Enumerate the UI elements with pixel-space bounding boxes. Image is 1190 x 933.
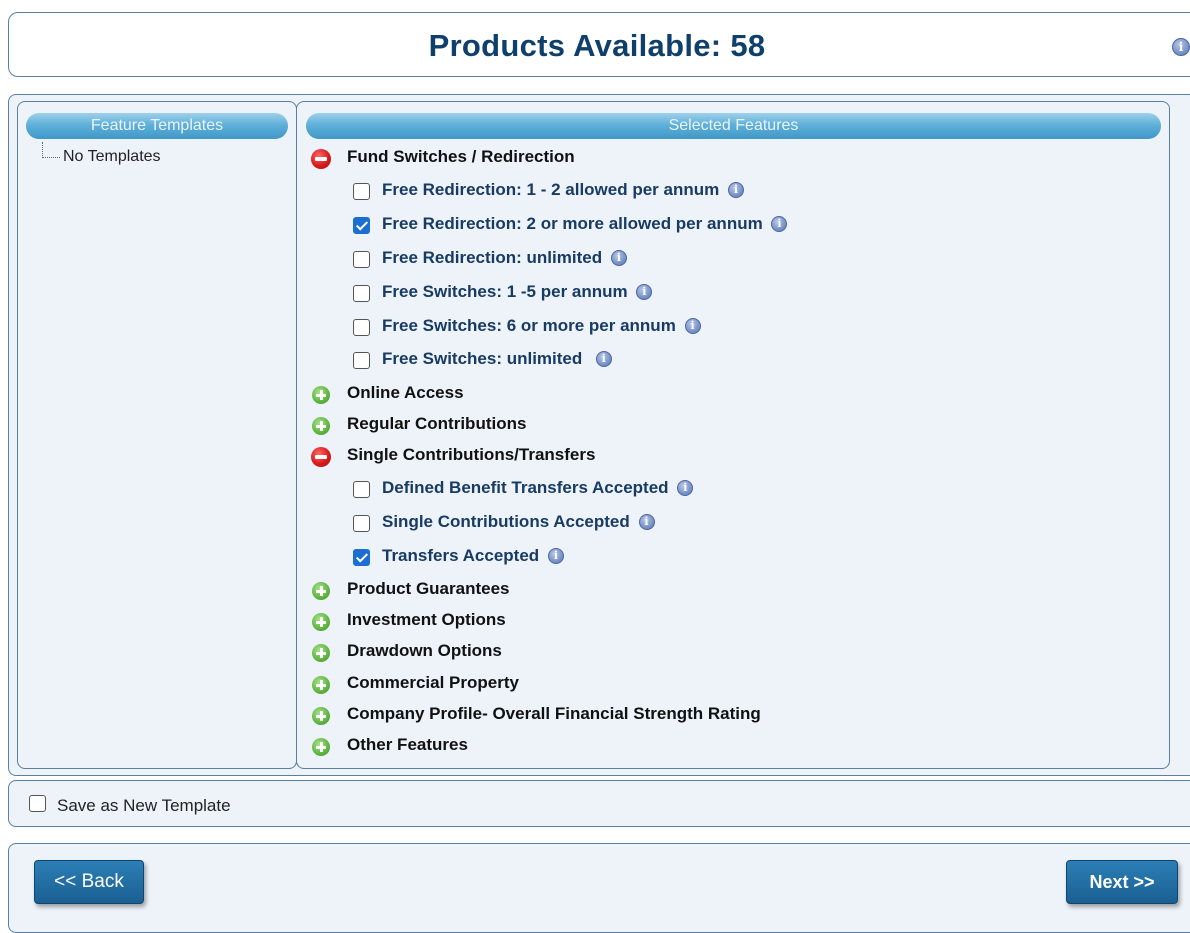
feature-label: Free Redirection: 1 - 2 allowed per annu…	[382, 180, 720, 199]
expand-icon[interactable]	[312, 676, 330, 694]
feature-checkbox[interactable]	[353, 549, 370, 566]
info-icon[interactable]: i	[1172, 38, 1190, 56]
feature-label: Free Switches: unlimited	[382, 349, 583, 368]
info-icon[interactable]: i	[771, 215, 788, 232]
expand-icon[interactable]	[312, 738, 330, 756]
feature-checkbox[interactable]	[353, 285, 370, 302]
expand-icon[interactable]	[312, 644, 330, 662]
save-template-bar: Save as New Template	[8, 780, 1190, 827]
collapse-icon[interactable]	[311, 149, 331, 169]
collapse-icon[interactable]	[311, 447, 331, 467]
info-icon[interactable]: i	[547, 547, 564, 564]
feature-checkbox[interactable]	[353, 481, 370, 498]
selected-features-title: Selected Features	[306, 113, 1161, 139]
expand-icon[interactable]	[312, 386, 330, 404]
category-label: Investment Options	[347, 610, 506, 629]
page-title: Products Available: 58	[428, 28, 766, 63]
category-label: Company Profile- Overall Financial Stren…	[347, 704, 761, 723]
feature-checkbox[interactable]	[353, 319, 370, 336]
info-icon[interactable]: i	[638, 513, 655, 530]
feature-label: Transfers Accepted	[382, 546, 540, 565]
feature-checkbox[interactable]	[353, 515, 370, 532]
expand-icon[interactable]	[312, 613, 330, 631]
info-icon[interactable]: i	[684, 317, 701, 334]
next-button[interactable]: Next >>	[1066, 860, 1178, 904]
expand-icon[interactable]	[312, 417, 330, 435]
save-template-checkbox[interactable]	[29, 795, 46, 812]
feature-label: Free Switches: 6 or more per annum	[382, 316, 676, 335]
info-icon[interactable]: i	[595, 350, 612, 367]
tree-connector	[42, 142, 60, 158]
feature-checkbox[interactable]	[353, 251, 370, 268]
info-icon[interactable]: i	[636, 283, 653, 300]
save-template-label: Save as New Template	[57, 796, 231, 815]
feature-label: Single Contributions Accepted	[382, 512, 630, 531]
category-label: Regular Contributions	[347, 414, 527, 433]
feature-label: Free Redirection: 2 or more allowed per …	[382, 214, 763, 233]
feature-checkbox[interactable]	[353, 183, 370, 200]
info-icon[interactable]: i	[610, 249, 627, 266]
category-label: Drawdown Options	[347, 641, 502, 660]
category-label: Other Features	[347, 735, 468, 754]
feature-checkbox[interactable]	[353, 352, 370, 369]
selected-features-panel: Selected Features Fund Switches / Redire…	[296, 101, 1170, 769]
template-item-label: No Templates	[63, 148, 161, 165]
navigation-bar: << Back Next >>	[8, 843, 1190, 933]
feature-label: Free Switches: 1 -5 per annum	[382, 282, 628, 301]
category-label: Single Contributions/Transfers	[347, 445, 596, 464]
expand-icon[interactable]	[312, 707, 330, 725]
expand-icon[interactable]	[312, 582, 330, 600]
category-label: Product Guarantees	[347, 579, 510, 598]
feature-templates-title: Feature Templates	[26, 113, 288, 139]
info-icon[interactable]: i	[727, 181, 744, 198]
feature-label: Free Redirection: unlimited	[382, 248, 603, 267]
info-icon[interactable]: i	[677, 479, 694, 496]
category-label: Online Access	[347, 383, 464, 402]
category-label: Fund Switches / Redirection	[347, 147, 575, 166]
feature-checkbox[interactable]	[353, 217, 370, 234]
header-panel: Products Available: 58 i	[8, 12, 1190, 77]
feature-templates-panel: Feature Templates No Templates	[17, 101, 297, 769]
feature-label: Defined Benefit Transfers Accepted	[382, 478, 669, 497]
back-button[interactable]: << Back	[34, 860, 144, 904]
category-label: Commercial Property	[347, 673, 519, 692]
